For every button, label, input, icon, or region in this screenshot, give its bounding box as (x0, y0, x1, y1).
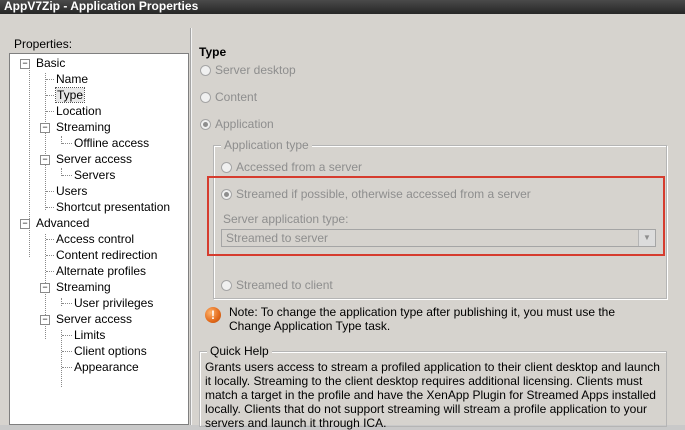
properties-panel: Properties: − Basic Name Type Location −… (9, 36, 189, 425)
radio-accessed-from-server[interactable]: Accessed from a server (221, 159, 362, 175)
highlight-box (207, 176, 665, 256)
collapse-icon[interactable]: − (40, 155, 50, 165)
tree-item-shortcut-presentation[interactable]: Shortcut presentation (56, 199, 170, 215)
radio-icon (221, 280, 232, 292)
warning-icon: ! (205, 307, 221, 323)
tree-item-client-options[interactable]: Client options (74, 343, 147, 359)
radio-checked-icon (200, 119, 211, 131)
collapse-icon[interactable]: − (40, 123, 50, 133)
properties-tree[interactable]: − Basic Name Type Location − Streaming O… (9, 53, 189, 425)
properties-label: Properties: (14, 37, 73, 51)
panel-separator (190, 28, 192, 425)
radio-streamed-to-client[interactable]: Streamed to client (221, 277, 333, 293)
tree-item-limits[interactable]: Limits (74, 327, 105, 343)
collapse-icon[interactable]: − (20, 59, 30, 69)
tree-item-access-control[interactable]: Access control (56, 231, 134, 247)
collapse-icon[interactable]: − (20, 219, 30, 229)
radio-icon (200, 65, 211, 77)
quick-help-text: Grants users access to stream a profiled… (205, 360, 660, 430)
tree-item-servers[interactable]: Servers (74, 167, 115, 183)
tree-item-location[interactable]: Location (56, 103, 101, 119)
note-text: Note: To change the application type aft… (229, 305, 616, 333)
window-title: AppV7Zip - Application Properties (0, 0, 685, 14)
tree-item-content-redirection[interactable]: Content redirection (56, 247, 157, 263)
radio-icon (200, 92, 211, 104)
dialog-body: Properties: − Basic Name Type Location −… (0, 14, 685, 430)
tree-item-name[interactable]: Name (56, 71, 88, 87)
radio-application[interactable]: Application (200, 116, 274, 132)
tree-item-type[interactable]: Type (54, 87, 86, 103)
collapse-icon[interactable]: − (40, 315, 50, 325)
tree-item-alternate-profiles[interactable]: Alternate profiles (56, 263, 146, 279)
tree-item-appearance[interactable]: Appearance (74, 359, 139, 375)
collapse-icon[interactable]: − (40, 283, 50, 293)
radio-server-desktop[interactable]: Server desktop (200, 62, 296, 78)
tree-item-users[interactable]: Users (56, 183, 87, 199)
radio-content[interactable]: Content (200, 89, 257, 105)
application-type-legend: Application type (221, 138, 312, 152)
page-title: Type (199, 45, 227, 59)
tree-item-user-privileges[interactable]: User privileges (74, 295, 153, 311)
quick-help-legend: Quick Help (207, 344, 272, 358)
tree-item-offline-access[interactable]: Offline access (74, 135, 149, 151)
radio-icon (221, 162, 232, 174)
